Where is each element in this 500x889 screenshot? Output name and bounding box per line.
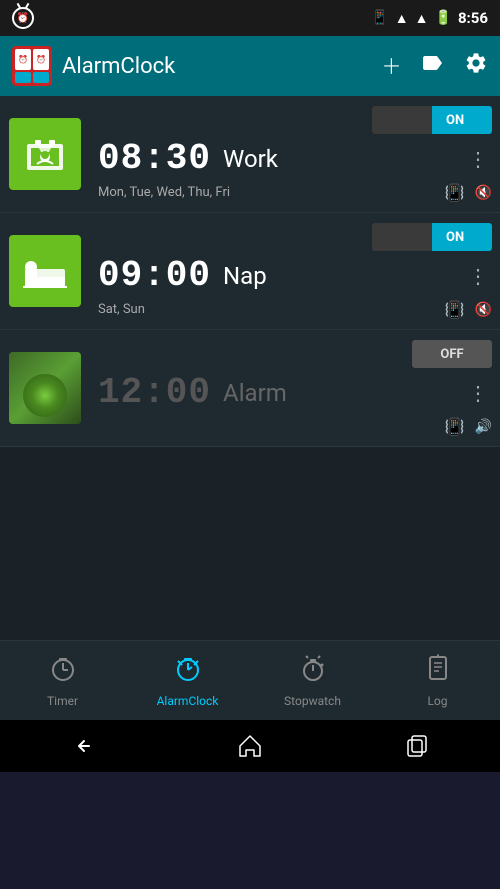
alarm-name-3: Alarm (223, 379, 452, 407)
toggle-off-label-1[interactable] (372, 106, 432, 134)
alarm-more-3[interactable]: ⋮ (464, 377, 492, 409)
alarm-item-3[interactable]: OFF 12:00 Alarm ⋮ 📳 🔊 (0, 330, 500, 447)
alarm-mid-row-3: 12:00 Alarm ⋮ (98, 372, 492, 413)
status-right: 📱 ▲ ▲ 🔋 8:56 (371, 9, 488, 27)
work-icon (9, 118, 81, 190)
alarm-days-2: Sat, Sun (98, 302, 145, 317)
status-bar: ⏰ 📱 ▲ ▲ 🔋 8:56 (0, 0, 500, 36)
alarm-days-1: Mon, Tue, Wed, Thu, Fri (98, 185, 230, 200)
settings-button[interactable] (464, 51, 488, 81)
nap-icon (9, 235, 81, 307)
alarm-status-icon: ⏰ (12, 7, 34, 29)
toggle-3[interactable]: OFF (412, 340, 492, 368)
back-button[interactable] (53, 728, 113, 764)
logo-cell-2: ⏰ (33, 49, 49, 70)
alarm-more-2[interactable]: ⋮ (464, 260, 492, 292)
alarm-icons-2: 📳 🔇 (445, 300, 492, 319)
logo-cell-4 (33, 72, 49, 84)
home-button[interactable] (220, 728, 280, 764)
timer-icon (48, 653, 78, 690)
app-logo: ⏰ ⏰ (12, 46, 52, 86)
alarm-thumb-1 (0, 96, 90, 212)
alarm-time-3: 12:00 (98, 372, 211, 413)
logo-cell-1: ⏰ (15, 49, 31, 70)
vibrate-icon-1: 📳 (445, 183, 465, 202)
nav-label-log: Log (427, 694, 447, 708)
toggle-1[interactable]: ON (372, 106, 492, 134)
alarm-name-2: Nap (223, 262, 452, 290)
status-left: ⏰ (12, 7, 34, 29)
alarm-mid-row-2: 09:00 Nap ⋮ (98, 255, 492, 296)
vibrate-icon-3: 📳 (445, 417, 465, 436)
toggle-on-label-2[interactable]: ON (432, 223, 492, 251)
bottom-nav: Timer AlarmClock Stopw (0, 640, 500, 720)
alarm-bottom-row-1: Mon, Tue, Wed, Thu, Fri 📳 🔇 (98, 183, 492, 202)
alarm-icons-1: 📳 🔇 (445, 183, 492, 202)
alarm-top-row-3: OFF (98, 340, 492, 368)
logo-cell-3 (15, 72, 31, 84)
alarm-bottom-row-3: 📳 🔊 (98, 417, 492, 436)
vibrate-icon-2: 📳 (445, 300, 465, 319)
app-header: ⏰ ⏰ AlarmClock + (0, 36, 500, 96)
alarm-icons-3: 📳 🔊 (445, 417, 492, 436)
wifi-icon: ▲ (395, 10, 409, 27)
alarm-top-row-2: ON (98, 223, 492, 251)
app-title: AlarmClock (62, 54, 373, 79)
alarm-thumb-2 (0, 213, 90, 329)
alarm-body-1: ON 08:30 Work ⋮ Mon, Tue, Wed, Thu, Fri … (90, 96, 500, 212)
toggle-on-label-1[interactable]: ON (432, 106, 492, 134)
header-icons: + (383, 49, 488, 84)
alarm-thumb-3 (0, 330, 90, 446)
add-button[interactable]: + (383, 49, 400, 84)
alarm-item-2[interactable]: ON 09:00 Nap ⋮ Sat, Sun 📳 🔇 (0, 213, 500, 330)
alarmclock-icon (173, 653, 203, 690)
nav-item-log[interactable]: Log (375, 645, 500, 716)
toggle-off-label-2[interactable] (372, 223, 432, 251)
nav-label-timer: Timer (47, 694, 78, 708)
sound-icon-3: 🔊 (475, 419, 492, 435)
alarm-item-1[interactable]: ON 08:30 Work ⋮ Mon, Tue, Wed, Thu, Fri … (0, 96, 500, 213)
nav-item-stopwatch[interactable]: Stopwatch (250, 645, 375, 716)
alarm-more-1[interactable]: ⋮ (464, 143, 492, 175)
alarm-top-row-1: ON (98, 106, 492, 134)
alarm-body-2: ON 09:00 Nap ⋮ Sat, Sun 📳 🔇 (90, 213, 500, 329)
alarm-list: ON 08:30 Work ⋮ Mon, Tue, Wed, Thu, Fri … (0, 96, 500, 447)
alarm-name-1: Work (223, 145, 452, 173)
battery-icon: 🔋 (435, 10, 452, 26)
nav-label-stopwatch: Stopwatch (284, 694, 341, 708)
alarm-time-1: 08:30 (98, 138, 211, 179)
sound-off-icon-2: 🔇 (475, 302, 492, 318)
nav-item-timer[interactable]: Timer (0, 645, 125, 716)
alarm-bottom-row-2: Sat, Sun 📳 🔇 (98, 300, 492, 319)
status-time: 8:56 (458, 9, 488, 27)
toggle-2[interactable]: ON (372, 223, 492, 251)
log-icon (423, 653, 453, 690)
signal-icon: ▲ (415, 10, 429, 27)
phone-icon: 📱 (371, 10, 388, 26)
empty-area (0, 447, 500, 640)
alarm-mid-row-1: 08:30 Work ⋮ (98, 138, 492, 179)
nav-item-alarmclock[interactable]: AlarmClock (125, 645, 250, 716)
stopwatch-icon (298, 653, 328, 690)
sound-off-icon-1: 🔇 (475, 185, 492, 201)
alarm-time-2: 09:00 (98, 255, 211, 296)
alarm-body-3: OFF 12:00 Alarm ⋮ 📳 🔊 (90, 330, 500, 446)
nav-label-alarmclock: AlarmClock (157, 694, 219, 708)
alarm-image-3 (9, 352, 81, 424)
recent-button[interactable] (387, 728, 447, 764)
nav-bar (0, 720, 500, 772)
tag-button[interactable] (420, 51, 444, 81)
